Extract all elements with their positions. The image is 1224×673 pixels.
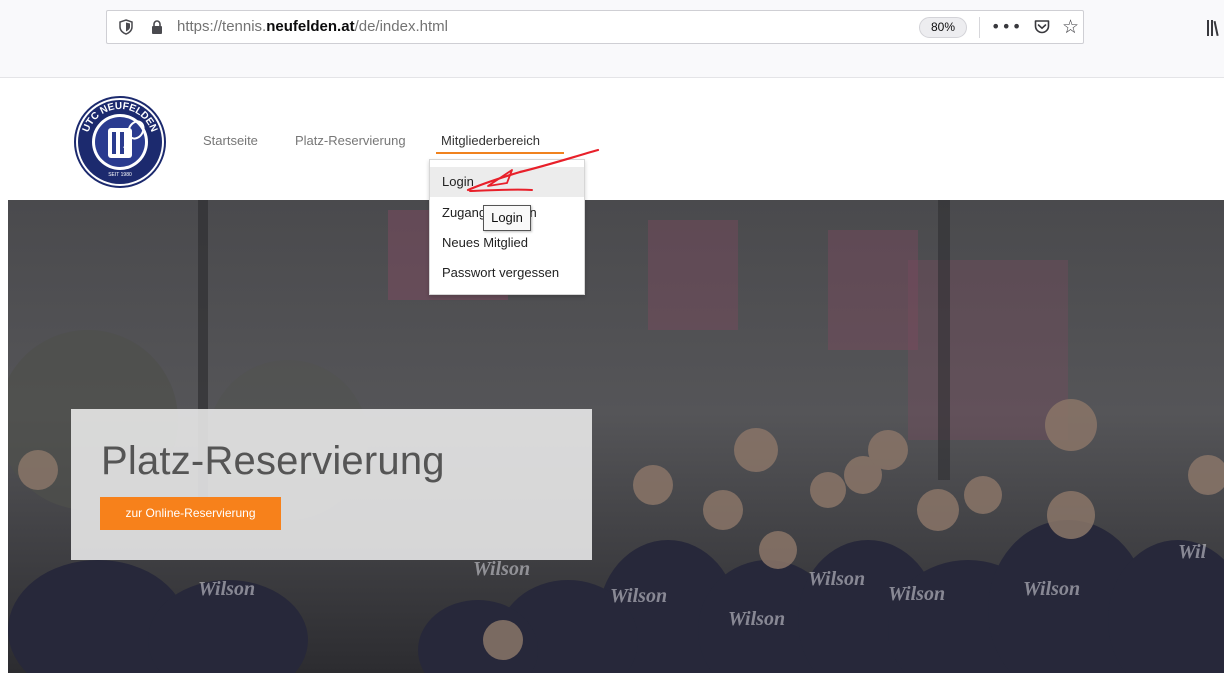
login-tooltip: Login bbox=[483, 205, 531, 231]
nav-active-underline bbox=[436, 152, 564, 154]
svg-text:Wilson: Wilson bbox=[473, 558, 530, 580]
online-reservation-button[interactable]: zur Online-Reservierung bbox=[100, 497, 281, 530]
library-icon[interactable] bbox=[1206, 18, 1220, 38]
svg-text:Wilson: Wilson bbox=[728, 608, 785, 630]
site-header: UTC NEUFELDEN SEIT 1980 bbox=[0, 78, 1224, 200]
bookmark-star-icon[interactable]: ☆ bbox=[1062, 11, 1079, 43]
hero-card: Platz-Reservierung zur Online-Reservieru… bbox=[71, 409, 592, 560]
svg-text:SEIT 1980: SEIT 1980 bbox=[108, 172, 132, 178]
svg-text:Wil: Wil bbox=[1178, 541, 1207, 563]
zoom-level-button[interactable]: 80% bbox=[919, 17, 967, 38]
dropdown-item-neues-mitglied[interactable]: Neues Mitglied bbox=[430, 228, 584, 258]
browser-toolbar: https://tennis.neufelden.at/de/index.htm… bbox=[0, 0, 1224, 78]
toolbar-separator bbox=[979, 17, 980, 38]
nav-mitgliederbereich[interactable]: Mitgliederbereich bbox=[441, 133, 540, 148]
url-text[interactable]: https://tennis.neufelden.at/de/index.htm… bbox=[177, 11, 448, 43]
svg-text:Wilson: Wilson bbox=[888, 583, 945, 605]
nav-startseite[interactable]: Startseite bbox=[203, 133, 258, 148]
svg-text:Wilson: Wilson bbox=[808, 568, 865, 590]
dropdown-item-passwort-vergessen[interactable]: Passwort vergessen bbox=[430, 258, 584, 288]
address-bar[interactable]: https://tennis.neufelden.at/de/index.htm… bbox=[106, 10, 1084, 44]
svg-text:Wilson: Wilson bbox=[198, 578, 255, 600]
lock-icon[interactable] bbox=[149, 11, 165, 43]
page-actions-icon[interactable]: ••• bbox=[991, 11, 1022, 43]
dropdown-item-login[interactable]: Login bbox=[430, 167, 584, 197]
url-path: /de/index.html bbox=[354, 18, 448, 35]
pocket-icon[interactable] bbox=[1033, 18, 1051, 36]
nav-platz-reservierung[interactable]: Platz-Reservierung bbox=[295, 133, 406, 148]
svg-text:Wilson: Wilson bbox=[1023, 578, 1080, 600]
club-logo[interactable]: UTC NEUFELDEN SEIT 1980 bbox=[74, 96, 166, 188]
svg-text:Wilson: Wilson bbox=[610, 585, 667, 607]
url-prefix: https://tennis. bbox=[177, 18, 267, 35]
shield-icon[interactable] bbox=[117, 11, 135, 43]
hero-title: Platz-Reservierung bbox=[101, 439, 445, 483]
url-domain: neufelden.at bbox=[266, 18, 355, 35]
